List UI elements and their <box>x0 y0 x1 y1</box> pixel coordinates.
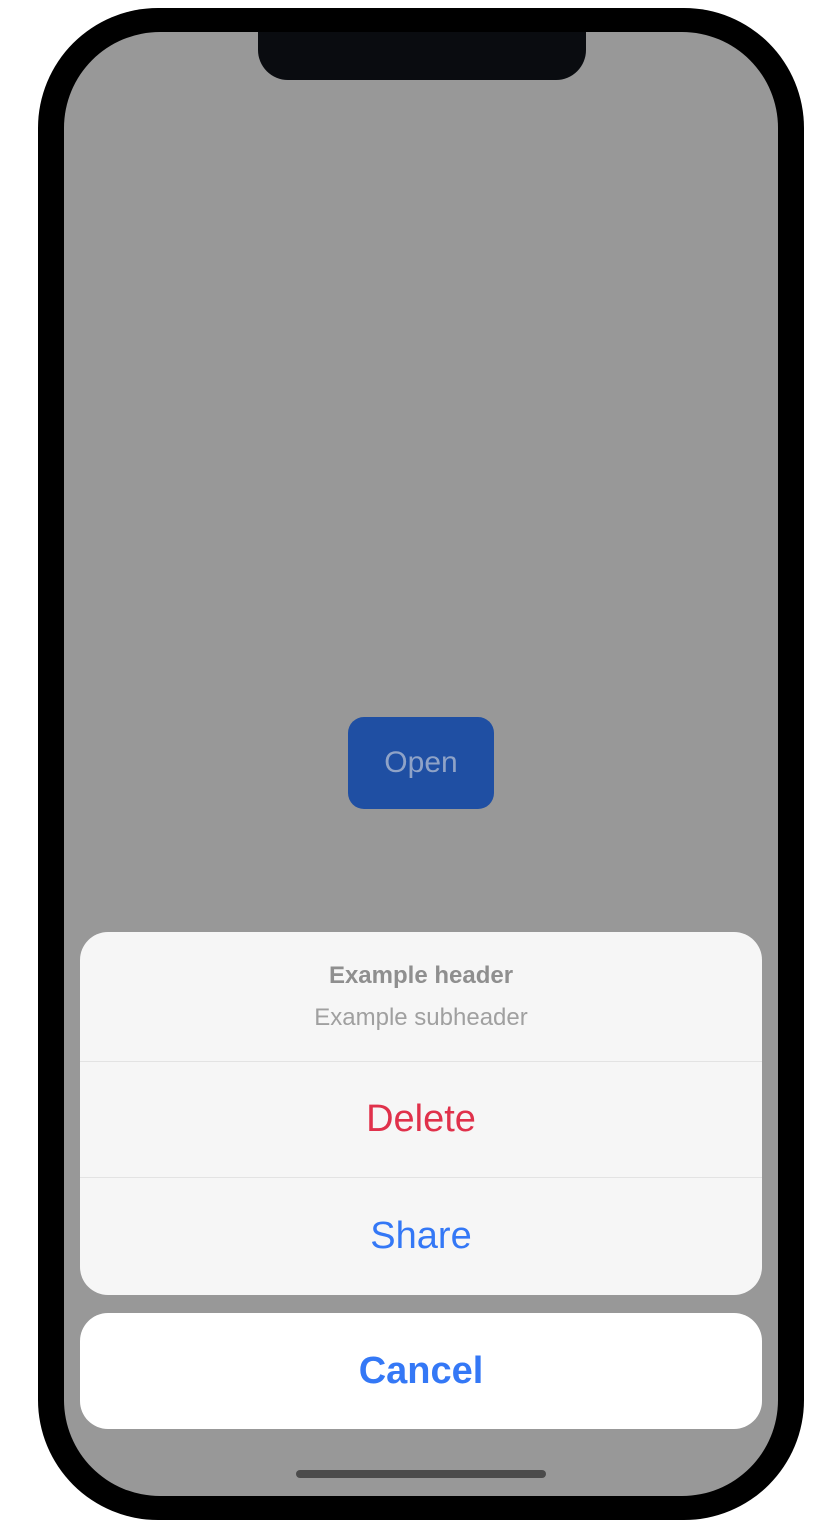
action-sheet: Example header Example subheader Delete … <box>80 932 762 1295</box>
open-button[interactable]: Open <box>348 717 494 809</box>
delete-button[interactable]: Delete <box>80 1062 762 1178</box>
screen: Open Example header Example subheader De… <box>64 32 778 1496</box>
action-sheet-header: Example header Example subheader <box>80 932 762 1062</box>
share-button[interactable]: Share <box>80 1178 762 1294</box>
home-indicator[interactable] <box>296 1470 546 1478</box>
page: Open Example header Example subheader De… <box>0 0 831 1520</box>
action-sheet-title: Example header <box>328 961 514 989</box>
notch <box>258 32 586 80</box>
cancel-button[interactable]: Cancel <box>80 1313 762 1429</box>
action-sheet-subtitle: Example subheader <box>314 1003 528 1031</box>
